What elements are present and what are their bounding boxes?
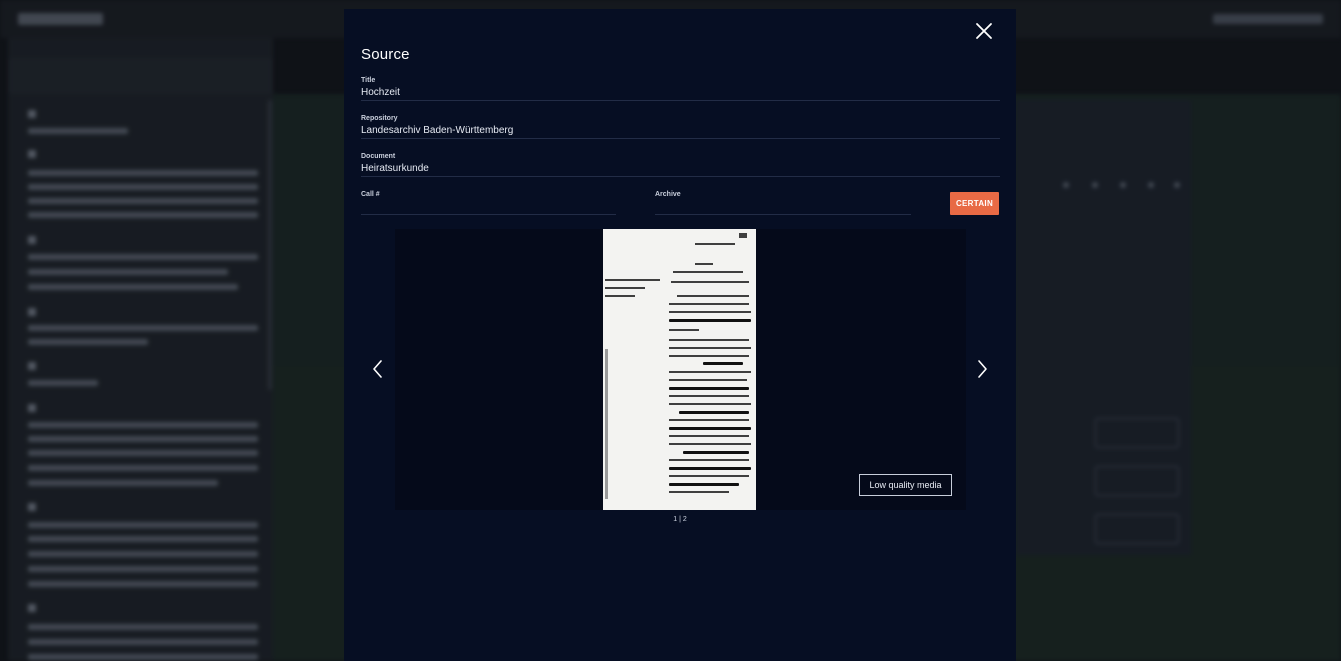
toolbar-dot	[1174, 182, 1180, 188]
sidebar-tabs	[8, 58, 273, 94]
sidebar-group-marker	[28, 503, 36, 511]
sidebar-group-marker	[28, 110, 36, 118]
call-number-field[interactable]: Call #	[361, 191, 616, 215]
app-logo	[18, 13, 103, 25]
sidebar-scrollbar	[268, 100, 272, 390]
close-button[interactable]	[972, 19, 996, 43]
sidebar-group-marker	[28, 604, 36, 612]
title-value[interactable]: Hochzeit	[361, 87, 400, 98]
background-card-button	[1095, 466, 1179, 496]
background-card-button	[1095, 418, 1179, 448]
toolbar-dot	[1148, 182, 1154, 188]
user-menu	[1213, 14, 1323, 24]
sidebar-line	[28, 551, 258, 557]
sidebar-line	[28, 198, 258, 204]
sidebar-line	[28, 422, 258, 428]
toolbar-dot	[1120, 182, 1126, 188]
sidebar-line	[28, 436, 258, 442]
repository-value[interactable]: Landesarchiv Baden-Württemberg	[361, 125, 513, 136]
chevron-right-icon[interactable]	[972, 357, 992, 381]
toolbar-dot	[1092, 182, 1098, 188]
sidebar-group-marker	[28, 362, 36, 370]
low-quality-media-badge[interactable]: Low quality media	[859, 474, 952, 496]
sidebar-line	[28, 522, 258, 528]
sidebar-line	[28, 581, 258, 587]
sidebar-line	[28, 128, 128, 134]
source-modal: Source Title Hochzeit Repository Landesa…	[344, 9, 1016, 661]
sidebar-line	[28, 480, 218, 486]
sidebar-line	[28, 465, 258, 471]
sidebar-line	[28, 339, 148, 345]
sidebar-line	[28, 269, 228, 275]
repository-field[interactable]: Repository Landesarchiv Baden-Württember…	[361, 115, 1000, 139]
sidebar-line	[28, 380, 98, 386]
document-field[interactable]: Document Heiratsurkunde	[361, 153, 1000, 177]
sidebar-line	[28, 170, 258, 176]
chevron-left-icon[interactable]	[368, 357, 388, 381]
sidebar-line	[28, 654, 258, 660]
sidebar-group-marker	[28, 150, 36, 158]
media-pager: 1 | 2	[673, 516, 687, 523]
close-icon[interactable]	[972, 19, 996, 43]
sidebar-line	[28, 184, 258, 190]
archive-field[interactable]: Archive	[655, 191, 911, 215]
sidebar-line	[28, 325, 258, 331]
sidebar-line	[28, 536, 258, 542]
sidebar-group-marker	[28, 308, 36, 316]
sidebar-line	[28, 639, 258, 645]
document-value[interactable]: Heiratsurkunde	[361, 163, 429, 174]
archive-label: Archive	[655, 191, 681, 198]
document-scan-image[interactable]	[603, 229, 756, 510]
modal-title: Source	[361, 46, 410, 63]
sidebar-line	[28, 254, 258, 260]
sidebar-line	[28, 284, 238, 290]
toolbar-dot	[1063, 182, 1069, 188]
title-label: Title	[361, 77, 376, 84]
next-media-button[interactable]	[972, 357, 992, 381]
sidebar-line	[28, 624, 258, 630]
certain-button[interactable]: CERTAIN	[950, 192, 999, 215]
title-field[interactable]: Title Hochzeit	[361, 77, 1000, 101]
repository-label: Repository	[361, 115, 398, 122]
sidebar-line	[28, 450, 258, 456]
sidebar-group-marker	[28, 236, 36, 244]
call-number-label: Call #	[361, 191, 380, 198]
document-label: Document	[361, 153, 396, 160]
sidebar-line	[28, 212, 258, 218]
sidebar-group-marker	[28, 404, 36, 412]
background-card-button	[1095, 514, 1179, 544]
previous-media-button[interactable]	[368, 357, 388, 381]
media-viewer	[395, 229, 966, 510]
sidebar-line	[28, 566, 258, 572]
